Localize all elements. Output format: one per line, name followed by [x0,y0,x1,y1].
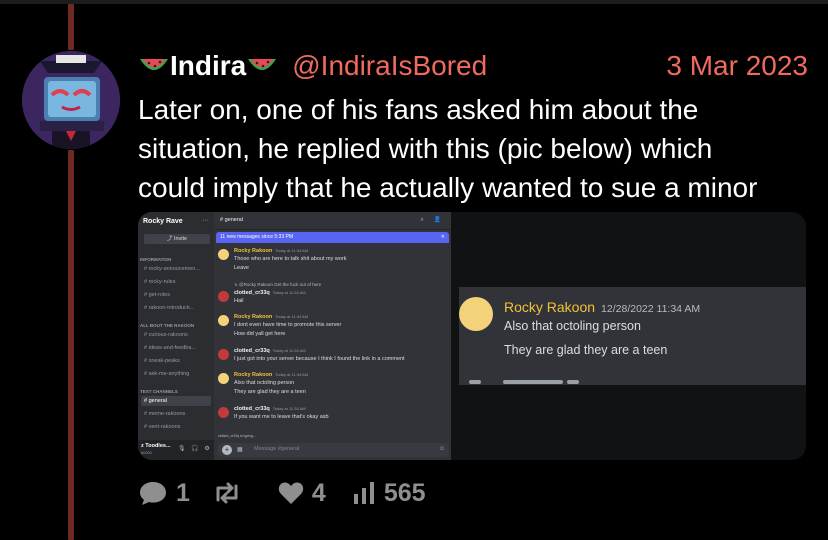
discord-screenshot[interactable]: Rocky Rave ··· ⤴ Invite INFORMATION # ro… [138,212,451,460]
message-text: How did yall get here [234,331,286,337]
like-count: 4 [311,478,326,507]
typing-indicator: clotted_cr33q is typing... [218,434,256,438]
channel-item: # meme-rakoons [144,411,186,417]
post-actions: 1 4 565 [138,476,426,510]
channel-item: # sneak-peaks [144,358,180,364]
post-header: Indira @IndiraIsBored 3 Mar 2023 [138,48,808,84]
bar-chart-icon [353,482,374,504]
avatar [218,407,229,418]
channel-category: TEXT CHANNELS [140,389,178,394]
discord-user-status: #0001 [141,450,153,455]
invite-button: ⤴ Invite [144,234,210,244]
reply-preview: ↳ @Rocky Rakoon Get the fuck out of here [234,282,322,287]
channel-item: # vent-rakoons [144,424,181,430]
thread-line [68,150,74,540]
post-text-line: could imply that he actually wanted to s… [138,172,758,203]
avatar [218,349,229,360]
post-date[interactable]: 3 Mar 2023 [666,48,808,84]
message-timestamp: 12/28/2022 11:34 AM [601,303,701,315]
repost-icon [216,482,238,504]
post-text-line: Later on, one of his fans asked him abou… [138,94,699,125]
message-text: Hail [234,298,244,304]
message-text: I just got into your server because I th… [234,356,405,362]
channel-item: # get-roles [144,292,170,298]
avatar [218,249,229,260]
message-text: Leave [234,265,249,271]
zoomed-message[interactable]: Rocky Rakoon 12/28/2022 11:34 AM Also tha… [459,287,806,385]
reply-button[interactable]: 1 [138,479,190,508]
avatar [218,315,229,326]
header-tools-icon: ⌕ 👤 [420,217,445,223]
channel-title: # general [220,217,243,223]
channel-category: INFORMATION [140,257,172,262]
watermelon-icon [248,59,277,70]
channel-item: # ideas-and-feedba... [144,345,196,351]
post-text-line: situation, he replied with this (pic bel… [138,133,713,164]
reply-count: 1 [176,478,190,507]
new-messages-banner: 11 new messages since 5:33 PM ✕ [216,232,449,243]
top-bar [0,0,828,4]
channel-item: # ask-me-anything [144,371,190,377]
message-text: Also that octoling person [504,319,641,333]
message-composer: + ▦ Message #general ☺ [218,443,449,457]
channel-item: # rocky-rules [144,279,176,285]
avatar [218,291,229,302]
message-text: They are glad they are a teen [234,389,306,395]
composer-placeholder: Message #general [254,446,300,452]
more-icon: ··· [202,217,209,224]
discord-user-bar: z Toodles... #0001 🎙 🎧 ⚙ [138,440,214,460]
voice-controls-icon: 🎙 🎧 ⚙ [178,446,212,452]
close-icon: ✕ [440,234,445,240]
display-name[interactable]: Indira [170,50,246,81]
message-text: I dont even have time to promote this se… [234,322,342,328]
avatar[interactable] [22,51,120,149]
post-text: Later on, one of his fans asked him abou… [138,90,818,207]
watermelon-icon [140,59,168,70]
speech-bubble-icon [140,482,166,505]
message-author: Rocky Rakoon 12/28/2022 11:34 AM [504,299,701,315]
server-name: Rocky Rave [143,218,183,225]
discord-sidebar: Rocky Rave ··· ⤴ Invite INFORMATION # ro… [138,212,214,460]
user-handle[interactable]: @IndiraIsBored [292,50,487,81]
avatar [459,297,493,331]
view-count: 565 [383,478,426,507]
channel-item-active: # general [141,396,211,406]
discord-user-name: z Toodles... [141,443,171,449]
heart-icon [278,482,304,504]
message-author: clotted_cr33q Today at 11:34 AM [234,348,306,354]
message-text: If you want me to leave that's okay asb [234,414,329,420]
message-text: Those who are here to talk shit about my… [234,256,347,262]
channel-item: # rocky-annoucemen... [144,266,200,272]
post-media[interactable]: Rocky Rave ··· ⤴ Invite INFORMATION # ro… [138,212,806,460]
like-button[interactable]: 4 [278,479,326,508]
channel-item: # curious-rakoons [144,332,188,338]
channel-item: # rakoon-introducti... [144,305,195,311]
message-author: Rocky Rakoon Today at 11:34 AM [234,372,309,378]
message-author: clotted_cr33q Today at 11:34 AM [234,406,306,412]
thread-line [68,4,74,50]
repost-button[interactable] [212,480,242,506]
plus-icon: + [222,445,232,455]
views-button[interactable]: 565 [352,479,426,508]
gift-icon: ▦ [237,447,243,453]
cropped-edge [459,380,806,385]
message-text: Also that octoling person [234,380,295,386]
avatar [218,373,229,384]
message-author: clotted_cr33q Today at 11:34 AM [234,290,306,296]
message-author: Rocky Rakoon Today at 11:34 AM [234,314,309,320]
tv-head-avatar-icon [22,51,120,149]
emoji-icon: ☺ [438,446,445,452]
channel-category: ALL BOUT THE RAKOON [140,323,195,328]
discord-channel-header: # general ⌕ 👤 [214,212,451,230]
message-author: Rocky Rakoon Today at 11:34 AM [234,248,309,254]
message-text: They are glad they are a teen [504,343,668,357]
